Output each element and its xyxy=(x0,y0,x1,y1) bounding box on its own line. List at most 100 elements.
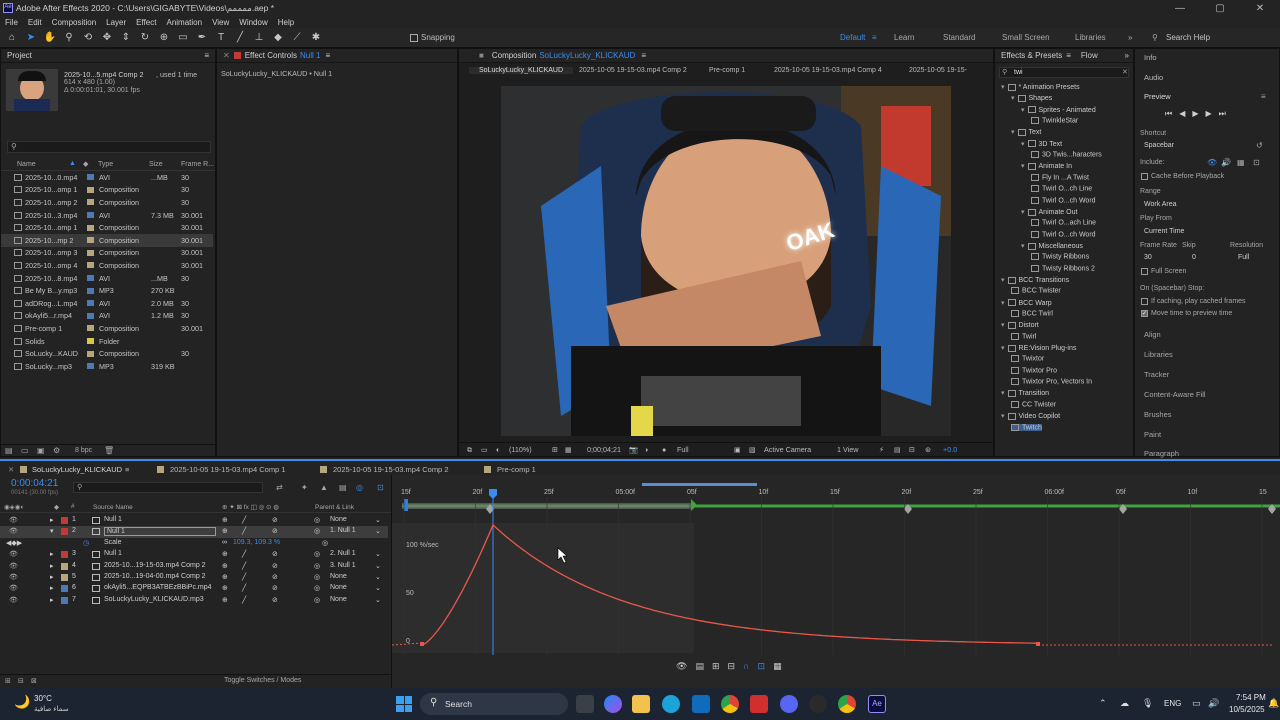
clock-time[interactable]: 7:54 PM xyxy=(1236,693,1266,702)
layer-label-color[interactable] xyxy=(61,574,68,581)
frame-rate-select[interactable]: 30 xyxy=(1144,254,1152,261)
shy-icon[interactable]: ⊕ xyxy=(222,550,228,558)
expand-triangle-icon[interactable]: ▾ xyxy=(1001,300,1005,307)
menu-help[interactable]: Help xyxy=(278,18,294,27)
project-item[interactable]: Pre-comp 1 Composition 30.001 xyxy=(1,322,213,335)
breadcrumb-4[interactable]: 2025-10-05 19-15- xyxy=(909,67,967,74)
prev-frame-icon[interactable]: ◀ xyxy=(1179,109,1192,118)
project-item[interactable]: 2025-10...omp 1 Composition 30 xyxy=(1,184,213,197)
graph-editor[interactable]: 15f 20f 25f 05:00f 05f 10f 15f 20f 25f 06:00f 05f 1… xyxy=(391,475,1280,688)
project-item[interactable]: 2025-10...omp 1 Composition 30.001 xyxy=(1,221,213,234)
effects-presets-tab[interactable]: Effects & Presets xyxy=(1001,51,1062,60)
adjustment-icon[interactable]: ⊘ xyxy=(272,584,278,592)
parent-pickwhip-icon[interactable]: ◎ xyxy=(314,596,320,604)
maximize-button[interactable]: ▢ xyxy=(1200,3,1240,14)
quality-icon[interactable]: ╱ xyxy=(242,573,246,581)
effects-tree-item[interactable]: Twisty Ribbons xyxy=(1031,253,1089,261)
next-frame-icon[interactable]: ▶ xyxy=(1206,109,1219,118)
after-effects-taskbar-icon[interactable]: Ae xyxy=(868,695,886,713)
expand-triangle-icon[interactable]: ▾ xyxy=(1001,84,1005,91)
effects-tree-item[interactable]: Fly In ...A Twist xyxy=(1031,173,1089,181)
overflow-icon[interactable]: » xyxy=(1125,51,1129,60)
quality-icon[interactable]: ╱ xyxy=(242,527,246,535)
reset-icon[interactable]: ↺ xyxy=(1256,141,1263,150)
effects-tree-item[interactable]: Twixtor Pro xyxy=(1011,366,1057,374)
pan-tool-icon[interactable]: ✥ xyxy=(100,31,114,45)
audio-panel-label[interactable]: Audio xyxy=(1144,73,1163,82)
project-item[interactable]: SoLucky...mp3 MP3 319 KB xyxy=(1,360,213,373)
weather-icon[interactable]: 🌙 xyxy=(14,694,30,710)
show-transform-box-icon[interactable]: ⊞ xyxy=(712,661,728,671)
safe-zones-icon[interactable]: ⊞ xyxy=(552,445,558,454)
libraries-panel-label[interactable]: Libraries xyxy=(1144,350,1173,359)
monitor-icon[interactable]: ▭ xyxy=(481,445,488,454)
expand-triangle-icon[interactable]: ▸ xyxy=(50,516,54,524)
layer-label-color[interactable] xyxy=(61,551,68,559)
effects-search-input[interactable]: ⚲ twi ✕ xyxy=(999,67,1129,78)
onedrive-icon[interactable]: ☁ xyxy=(1120,698,1129,709)
chrome-icon[interactable] xyxy=(838,695,856,713)
item-label-color[interactable] xyxy=(87,287,94,294)
effects-tree-folder[interactable]: ▾ Sprites - Animated xyxy=(1021,106,1096,114)
draft-3d-icon[interactable]: ✦ xyxy=(301,483,308,492)
shy-icon[interactable]: ⊕ xyxy=(222,573,228,581)
snapshot-icon[interactable]: 📷 xyxy=(629,445,638,454)
item-label-color[interactable] xyxy=(87,300,94,307)
layer-label-color[interactable] xyxy=(61,517,68,524)
layer-name[interactable]: 2025-10...19-04-00.mp4 Comp 2 xyxy=(104,573,206,580)
orbit-tool-icon[interactable]: ⟲ xyxy=(81,31,95,45)
item-label-color[interactable] xyxy=(87,363,94,370)
quality-icon[interactable]: ╱ xyxy=(242,596,246,604)
composition-mini-flowchart-icon[interactable]: ⇄ xyxy=(276,483,283,492)
shy-icon[interactable]: ⊕ xyxy=(222,516,228,524)
search-help-label[interactable]: Search Help xyxy=(1166,33,1210,42)
breadcrumb-1[interactable]: 2025-10-05 19-15-03.mp4 Comp 2 xyxy=(579,67,687,74)
composition-tab[interactable]: Composition xyxy=(492,51,536,60)
tracker-panel-label[interactable]: Tracker xyxy=(1144,370,1169,379)
item-label-color[interactable] xyxy=(87,338,94,345)
visibility-icon[interactable]: 👁 xyxy=(9,516,18,524)
pen-tool-icon[interactable]: ✒ xyxy=(195,31,209,45)
show-channel-icon[interactable]: ◑ xyxy=(644,445,648,454)
property-value[interactable]: 109.3, 109.3 % xyxy=(233,539,280,546)
layer-name[interactable]: Null 1 xyxy=(104,527,216,537)
menu-view[interactable]: View xyxy=(212,18,229,27)
last-frame-icon[interactable]: ⏭ xyxy=(1219,109,1233,118)
effects-tree-folder[interactable]: ▾ Miscellaneous xyxy=(1021,242,1083,250)
parent-select[interactable]: None xyxy=(330,516,347,523)
layer-switches-icon[interactable]: ⊞ xyxy=(5,677,11,685)
new-folder-icon[interactable]: ▭ xyxy=(21,446,29,455)
current-time-display[interactable]: 0:00:04:21 xyxy=(11,478,58,489)
preview-panel-label[interactable]: Preview xyxy=(1144,92,1171,101)
col-type[interactable]: Type xyxy=(98,161,113,168)
effects-tree-item[interactable]: Twirl O...ch Word xyxy=(1031,230,1096,238)
toggle-grid-icon[interactable]: ▦ xyxy=(565,445,572,454)
flowchart-icon[interactable]: ⊟ xyxy=(909,445,915,454)
layer-name[interactable]: okAyli5...EQPB3ATBEzBBiPc.mp4 xyxy=(104,584,212,591)
effects-tree-folder[interactable]: ▾ Shapes xyxy=(1011,94,1052,102)
parent-pickwhip-icon[interactable]: ◎ xyxy=(314,573,320,581)
adjustment-icon[interactable]: ⊘ xyxy=(272,550,278,558)
menu-layer[interactable]: Layer xyxy=(106,18,126,27)
workspace-menu-icon[interactable]: ≡ xyxy=(872,33,877,42)
show-hidden-icons[interactable]: ⌃ xyxy=(1099,698,1107,709)
effects-tree-item[interactable]: Twitch xyxy=(1011,423,1042,431)
snapping-checkbox[interactable] xyxy=(410,34,418,42)
play-from-select[interactable]: Current Time xyxy=(1144,228,1184,235)
project-item[interactable]: 2025-10...omp 3 Composition 30.001 xyxy=(1,247,213,260)
effects-tree-item[interactable]: Twixtor Pro, Vectors In xyxy=(1011,378,1092,385)
effects-tree-item[interactable]: Twirl O...ch Line xyxy=(1031,185,1092,192)
info-panel-label[interactable]: Info xyxy=(1144,53,1157,62)
reset-exposure-icon[interactable]: ⊛ xyxy=(925,445,931,454)
frame-blending-icon[interactable]: ▤ xyxy=(339,483,347,492)
timeline-tab-3[interactable]: Pre-comp 1 xyxy=(497,465,536,474)
layer-search-input[interactable]: ⚲ xyxy=(73,482,263,493)
project-item[interactable]: okAyli5...r.mp4 AVI 1.2 MB 30 xyxy=(1,310,213,323)
toggle-switches-modes[interactable]: Toggle Switches / Modes xyxy=(224,677,301,684)
expand-triangle-icon[interactable]: ▾ xyxy=(1021,107,1025,114)
layer-row[interactable]: 👁 ▸ 1 Null 1 ⊕ ╱ ⊘ ◎ None ⌄ xyxy=(0,515,388,526)
camera-select[interactable]: Active Camera xyxy=(764,445,811,454)
layer-row[interactable]: 👁 ▸ 4 2025-10...19-15-03.mp4 Comp 2 ⊕ ╱ ⊘ ◎ 3. N… xyxy=(0,561,388,572)
show-properties-icon[interactable]: 👁 xyxy=(676,661,695,671)
item-label-color[interactable] xyxy=(87,262,94,269)
